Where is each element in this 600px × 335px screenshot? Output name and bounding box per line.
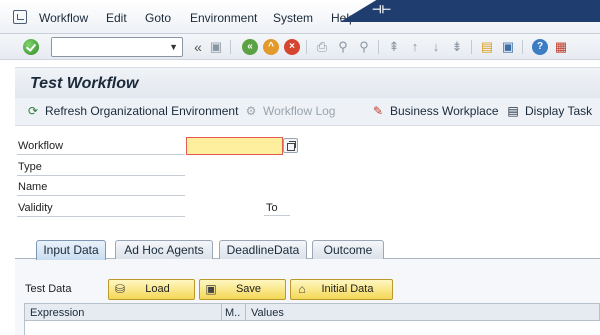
- menu-workflow[interactable]: Workflow: [39, 11, 88, 25]
- workplace-icon: ✎: [372, 104, 384, 118]
- back-icon[interactable]: «: [242, 39, 258, 55]
- application-toolbar: ⟳ Refresh Organizational Environment ⚙ Wor…: [15, 98, 600, 126]
- load-label: Load: [145, 283, 170, 295]
- find-next-icon[interactable]: ⚲: [356, 39, 372, 55]
- toolbar-separator: [471, 40, 472, 54]
- workflow-input[interactable]: [187, 138, 282, 154]
- save-icon[interactable]: ▣: [208, 39, 224, 55]
- help-icon[interactable]: ?: [532, 39, 548, 55]
- initial-data-label: Initial Data: [321, 283, 374, 295]
- create-session-icon[interactable]: ▤: [479, 39, 495, 55]
- save-data-button[interactable]: ▣ Save: [199, 279, 286, 300]
- command-field[interactable]: ▼: [51, 37, 183, 57]
- refresh-label: Refresh Organizational Environment: [45, 104, 239, 118]
- divider: [17, 175, 185, 176]
- cancel-icon[interactable]: ×: [284, 39, 300, 55]
- find-icon[interactable]: ⚲: [335, 39, 351, 55]
- to-label: To: [266, 202, 278, 214]
- tab-ad-hoc-agents[interactable]: Ad Hoc Agents: [115, 240, 213, 259]
- title-bar: Test Workflow: [15, 67, 600, 98]
- refresh-org-env-button[interactable]: ⟳ Refresh Organizational Environment: [25, 104, 238, 118]
- value-help-icon[interactable]: [283, 138, 298, 153]
- tab-outcome[interactable]: Outcome: [312, 240, 384, 259]
- save-label: Save: [235, 283, 262, 295]
- table-header: Expression M.. Values: [24, 303, 600, 335]
- menu-edit[interactable]: Edit: [106, 11, 127, 25]
- toolbar-separator: [378, 40, 379, 54]
- menu-system[interactable]: System: [273, 11, 313, 25]
- display-task-label: Display Task: [525, 104, 593, 118]
- workflow-log-icon: ⚙: [245, 104, 257, 118]
- exit-icon[interactable]: ^: [263, 39, 279, 55]
- divider: [17, 154, 185, 155]
- toolbar-separator: [522, 40, 523, 54]
- shortcut-icon[interactable]: ▣: [500, 39, 516, 55]
- test-data-label: Test Data: [25, 283, 72, 295]
- workflow-log-button[interactable]: ⚙ Workflow Log: [243, 104, 336, 118]
- workflow-field[interactable]: [186, 137, 283, 155]
- divider: [264, 215, 290, 216]
- tab-input-data[interactable]: Input Data: [36, 240, 106, 260]
- menu-goto[interactable]: Goto: [145, 11, 171, 25]
- previous-page-icon[interactable]: ↑: [407, 39, 423, 55]
- window-control-icon[interactable]: ⊣⊢: [372, 3, 391, 16]
- customize-layout-icon[interactable]: ▦: [553, 39, 569, 55]
- table-row[interactable]: [24, 321, 600, 335]
- menu-environment[interactable]: Environment: [190, 11, 257, 25]
- page-title: Test Workflow: [30, 75, 139, 92]
- initial-data-button[interactable]: ⌂ Initial Data: [290, 279, 393, 300]
- type-label: Type: [18, 161, 42, 173]
- command-input[interactable]: [52, 38, 162, 55]
- col-m[interactable]: M..: [225, 307, 240, 319]
- load-button[interactable]: ⛁ Load: [108, 279, 195, 300]
- workflow-log-label: Workflow Log: [263, 104, 336, 118]
- standard-toolbar: ▼ « ▣ « ^ × ⎙ ⚲ ⚲ ⇞ ↑ ↓ ⇟ ▤ ▣ ? ▦: [0, 34, 600, 60]
- display-task-icon: ▤: [507, 104, 519, 118]
- chevron-down-icon[interactable]: ▼: [169, 42, 178, 52]
- col-values[interactable]: Values: [251, 307, 284, 319]
- next-page-icon[interactable]: ↓: [428, 39, 444, 55]
- col-expression[interactable]: Expression: [30, 307, 84, 319]
- name-label: Name: [18, 181, 48, 193]
- sap-menu-icon[interactable]: [13, 10, 27, 24]
- ok-icon[interactable]: [23, 39, 39, 55]
- first-page-icon[interactable]: ⇞: [386, 39, 402, 55]
- tab-deadline-data[interactable]: DeadlineData: [219, 240, 307, 259]
- divider: [17, 195, 185, 196]
- display-task-button[interactable]: ▤ Display Task: [505, 104, 592, 118]
- toolbar-separator: [230, 40, 231, 54]
- last-page-icon[interactable]: ⇟: [449, 39, 465, 55]
- business-workplace-label: Business Workplace: [390, 104, 499, 118]
- refresh-icon: ⟳: [27, 104, 39, 118]
- menu-bar: Workflow Edit Goto Environment System He…: [0, 0, 600, 34]
- print-icon[interactable]: ⎙: [314, 39, 330, 55]
- toolbar-separator: [306, 40, 307, 54]
- validity-label: Validity: [18, 202, 53, 214]
- divider: [17, 216, 185, 217]
- business-workplace-button[interactable]: ✎ Business Workplace: [370, 104, 499, 118]
- collapse-icon[interactable]: «: [190, 39, 206, 55]
- workflow-label: Workflow: [18, 140, 64, 152]
